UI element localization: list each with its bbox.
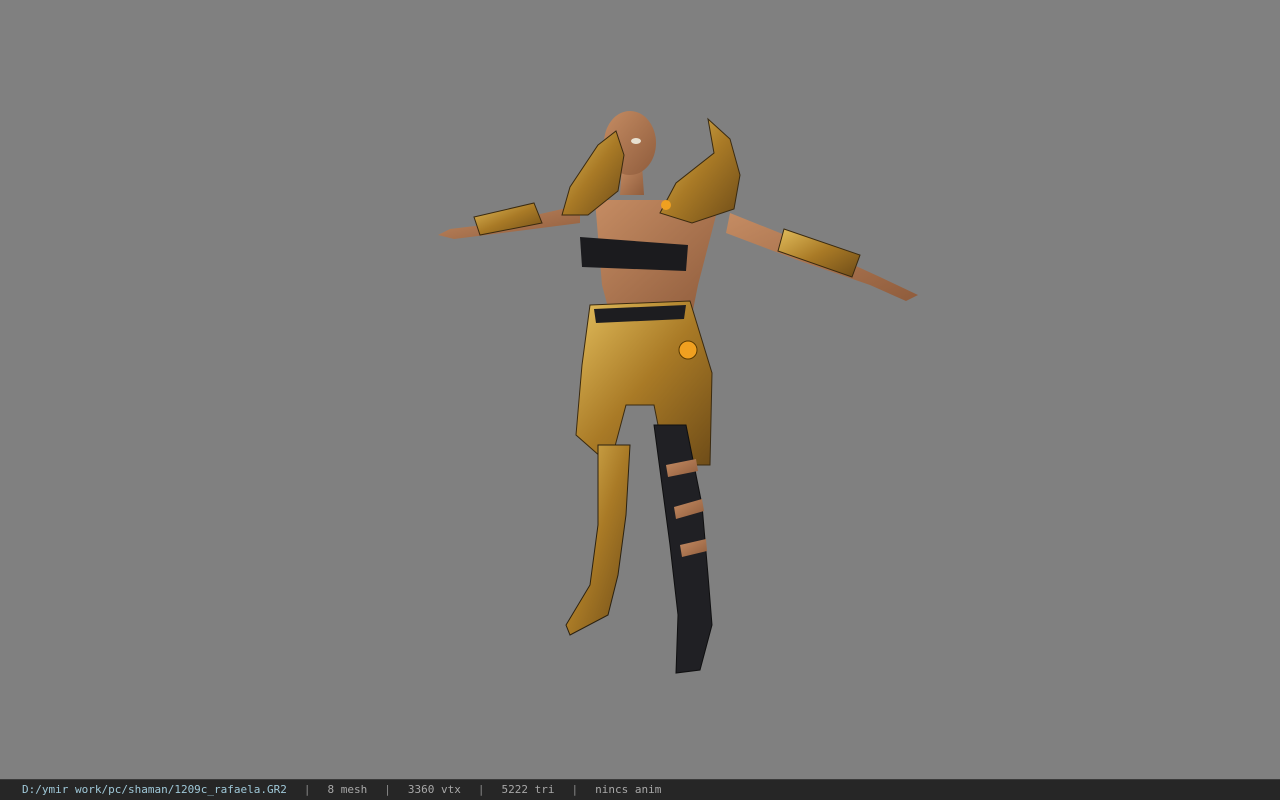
vertex-count: 3360 vtx [407,783,461,796]
status-bar: D:/ymir work/pc/shaman/1209c_rafaela.GR2… [0,779,1280,800]
separator: | [384,783,391,796]
belt-gem [678,340,698,360]
right-pauldron [659,117,741,224]
triangle-count: 5222 tri [501,783,555,796]
separator: | [571,783,579,796]
left-leg [565,444,631,636]
file-path: D:/ymir work/pc/shaman/1209c_rafaela.GR2 [22,783,287,796]
character-model [438,111,918,674]
3d-viewport[interactable]: D:/ymir work/pc/shaman/1209c_rafaela.GR2… [0,0,1280,800]
mesh-count: 8 mesh [327,783,368,796]
armored-skirt [575,300,713,466]
separator: | [303,783,311,796]
shoulder-gem [661,200,671,210]
animation-status: nincs anim [595,783,662,796]
right-bracer [777,228,861,278]
separator: | [477,783,485,796]
